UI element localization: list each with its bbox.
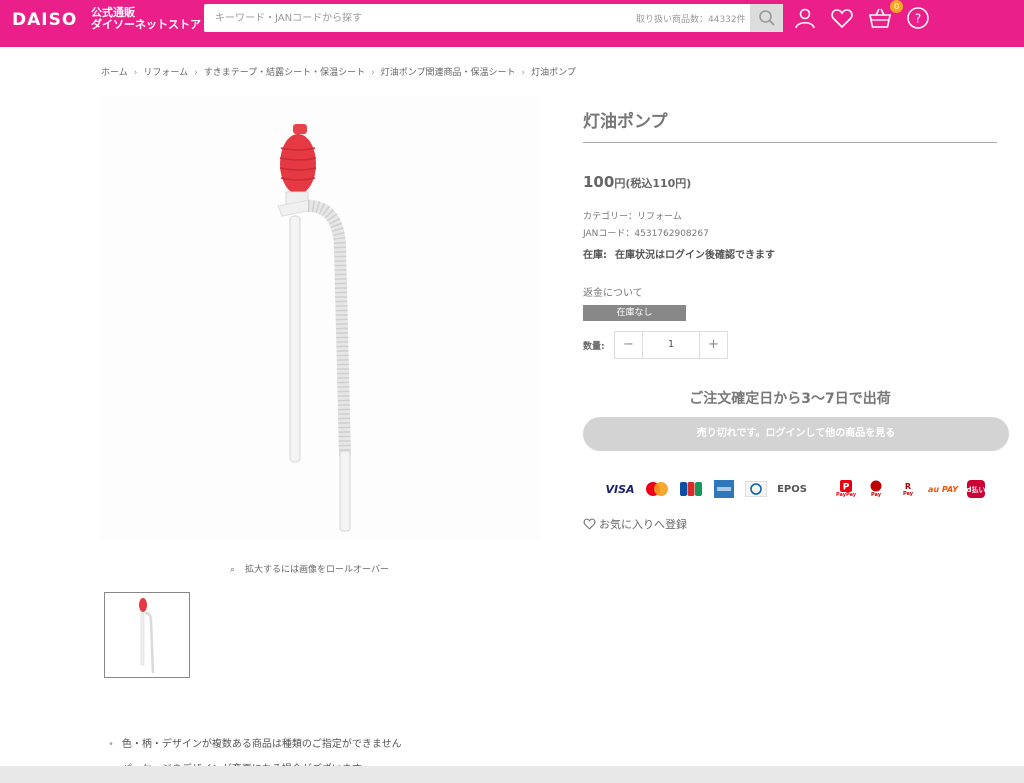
kerosene-pump-image [277,124,351,532]
search-bar: 取り扱い商品数：44332件 [204,4,783,32]
user-icon [795,8,815,29]
shipping-info: ご注文確定日から3〜7日で出荷 [689,391,891,407]
svg-text:P: P [843,483,850,493]
quantity-stepper: − 1 + [614,331,728,359]
product-count: 取り扱い商品数：44332件 [636,15,746,25]
store-name-line2: ダイソーネットストア [91,18,201,31]
wishlist-button[interactable] [830,6,854,30]
basket-icon [869,8,891,28]
kerosene-pump-thumbnail [139,598,155,674]
quantity-label: 数量: [583,342,605,352]
price-value: 100 [583,173,615,191]
cart-count-badge: 0 [890,0,903,13]
chevron-right-icon: › [521,68,526,78]
epos-logo: EPOS [777,483,807,495]
au-pay-logo: au PAY [927,484,959,494]
rakuten-pay-app-logo-label: Pay [902,490,913,497]
refund-link[interactable]: 返金について [583,284,643,299]
heart-outline-icon [583,518,596,530]
product-jan: JANコード：4531762908267 [583,229,709,239]
breadcrumb-home[interactable]: ホーム [101,68,128,78]
chevron-right-icon: › [371,68,375,78]
product-main-image[interactable] [100,96,540,541]
stock-text: 在庫状況はログイン後確認できます [615,250,775,261]
product-category: カテゴリー：リフォーム [583,212,682,222]
zoom-hint: ⌕ 拡大するには画像をロールオーバー [230,562,389,575]
product-thumbnail[interactable] [104,592,190,678]
stock-status: 在庫: 在庫状況はログイン後確認できます [583,246,775,261]
search-icon [758,10,775,26]
search-button[interactable] [750,4,783,32]
heart-icon [831,9,853,29]
rakuten-r-letter: R [904,481,912,491]
paypay-logo: P PayPay [834,478,858,500]
sold-out-button[interactable]: 売り切れです。ログインして他の商品を見る [583,417,1009,451]
note-item: 色・柄・デザインが複数ある商品は種類のご指定ができません [108,735,402,750]
d-barai-logo-label: d払い [967,485,985,494]
daiso-logo[interactable]: DAISO [12,10,77,30]
magnifier-icon: ⌕ [230,565,236,575]
payment-methods: VISA EPOS P PayPay Pay R Pay au PAY d払い [600,478,1000,502]
price-unit: 円 [614,177,626,190]
quantity-increase-button[interactable]: + [699,332,727,358]
product-price: 100円(税込110円) [583,173,691,191]
quantity-decrease-button[interactable]: − [615,332,643,358]
breadcrumb-reform[interactable]: リフォーム [143,68,188,78]
rakuten-pay-app-logo: R Pay [897,478,919,500]
mastercard-logo [645,478,669,500]
quantity-input[interactable]: 1 [643,332,699,358]
breadcrumb-sheets[interactable]: すきまテープ・結露シート・保温シート [204,68,365,78]
site-header: DAISO 公式通販 ダイソーネットストア 取り扱い商品数：44332件 [0,0,1024,47]
stock-label: 在庫: [583,250,607,261]
breadcrumb: ホーム › リフォーム › すきまテープ・結露シート・保温シート › 灯油ポンプ関連商品・保… [101,65,576,78]
help-icon: ? [907,7,929,29]
svg-text:?: ? [915,12,921,26]
breadcrumb-pump-related[interactable]: 灯油ポンプ関連商品・保温シート [381,68,516,78]
bottom-bar [0,766,1024,783]
d-barai-logo: d払い [966,478,986,500]
cart-button[interactable] [868,6,892,30]
account-button[interactable] [793,6,817,30]
zoom-hint-text: 拡大するには画像をロールオーバー [245,565,389,575]
chevron-right-icon: › [194,68,198,78]
breadcrumb-current: 灯油ポンプ [531,68,576,78]
title-divider [583,142,997,143]
paypay-logo-label: PayPay [835,492,857,498]
help-button[interactable]: ? [906,6,930,30]
product-title: 灯油ポンプ [583,112,668,132]
visa-logo: VISA [605,482,635,496]
add-to-favorites[interactable]: お気に入りへ登録 [583,516,687,532]
store-name[interactable]: 公式通販 ダイソーネットストア [91,7,201,31]
out-of-stock-badge: 在庫なし [583,305,686,321]
jcb-logo [680,478,702,500]
rakuten-pay-logo: Pay [866,478,886,500]
chevron-right-icon: › [133,68,138,78]
rakuten-pay-logo-label: Pay [870,492,881,498]
amex-logo [714,478,734,500]
price-tax: (税込110円) [625,177,692,190]
diners-logo [745,478,767,500]
favorite-label: お気に入りへ登録 [599,518,687,531]
